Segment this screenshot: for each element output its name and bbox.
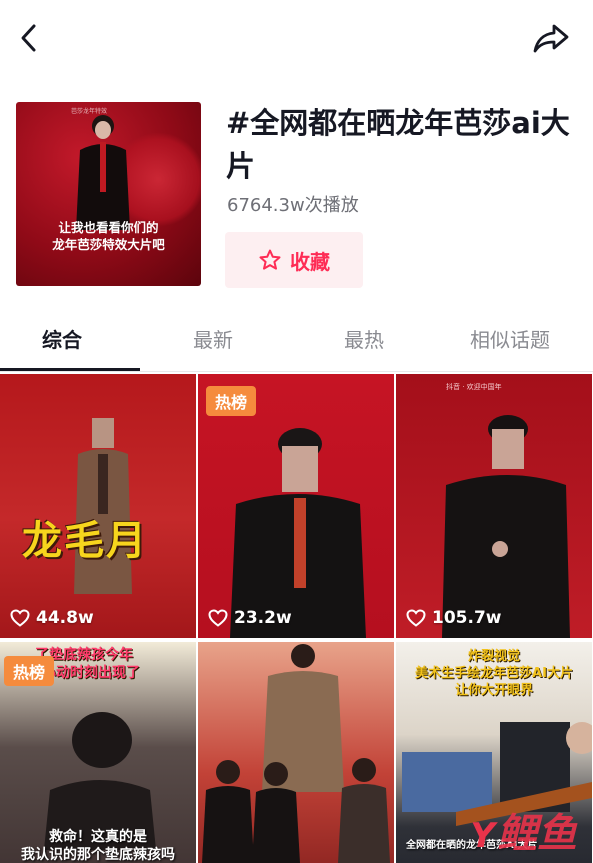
tab-hottest[interactable]: 最热	[344, 324, 384, 353]
share-button[interactable]	[531, 20, 571, 56]
cover-caption-line: 让我也看看你们的	[58, 220, 159, 235]
back-arrow-icon	[21, 24, 36, 52]
tab-comprehensive[interactable]: 综合	[42, 324, 82, 353]
hot-badge: 热榜	[206, 386, 256, 416]
video-card[interactable]: 热榜 23.2w	[198, 374, 394, 638]
topic-cover-image[interactable]: 芭莎龙年特效 让我也看看你们的 龙年芭莎特效大片吧	[16, 102, 201, 286]
tab-similar-topics[interactable]: 相似话题	[470, 324, 550, 353]
tab-latest[interactable]: 最新	[193, 324, 233, 353]
cover-caption-line: 龙年芭莎特效大片吧	[52, 237, 165, 252]
video-top-caption: 炸裂视觉 美术生手绘龙年芭莎AI大片 让你大开眼界	[396, 648, 592, 699]
cover-caption: 让我也看看你们的 龙年芭莎特效大片吧	[16, 219, 201, 253]
video-top-caption-line: 让你大开眼界	[454, 683, 533, 698]
video-source-mark: 抖音 · 欢迎中国年	[446, 383, 502, 391]
video-card[interactable]: 了垫底辣孩今年 的心动时刻出现了 热榜 救命！这真的是 我认识的那个垫底辣孩吗	[0, 642, 196, 863]
tab-bar: 综合 最新 最热 相似话题	[0, 318, 593, 372]
video-caption: 龙毛月	[22, 518, 148, 564]
video-card[interactable]: 龙毛月 44.8w	[0, 374, 196, 638]
back-button[interactable]	[14, 20, 44, 56]
top-bar	[0, 0, 593, 78]
video-thumbnail-person	[230, 428, 366, 638]
watermark-logo: Y 鲤鱼	[470, 801, 577, 859]
video-bottom-caption-line: 救命！这真的是	[49, 829, 147, 845]
cover-small-text: 芭莎龙年特效	[71, 108, 108, 115]
collect-label: 收藏	[290, 249, 330, 274]
watermark-text: Y	[470, 816, 495, 856]
topic-header: 芭莎龙年特效 让我也看看你们的 龙年芭莎特效大片吧 #全网都在晒龙年芭莎ai大片…	[16, 102, 576, 288]
collect-button[interactable]: 收藏	[225, 232, 363, 288]
topic-title: #全网都在晒龙年芭莎ai大片	[226, 106, 570, 183]
heart-icon	[406, 609, 426, 627]
like-count-row: 23.2w	[208, 608, 292, 628]
video-top-caption-line: 炸裂视觉	[467, 649, 520, 664]
heart-icon	[208, 609, 228, 627]
video-grid: 龙毛月 44.8w 热榜 23.2w 抖音 · 欢迎中国年 105.7w 了垫底…	[0, 374, 593, 863]
video-bottom-caption-line: 我认识的那个垫底辣孩吗	[21, 847, 175, 863]
heart-icon	[10, 609, 30, 627]
share-icon	[533, 24, 569, 53]
tab-divider	[0, 371, 593, 372]
video-top-caption-line: 美术生手绘龙年芭莎AI大片	[415, 666, 573, 681]
video-thumbnail-person	[442, 415, 570, 638]
watermark-text: 鲤鱼	[497, 811, 577, 857]
video-bottom-caption: 救命！这真的是 我认识的那个垫底辣孩吗	[0, 828, 196, 863]
video-thumbnail-person	[74, 418, 132, 594]
like-count: 23.2w	[234, 608, 292, 628]
like-count-row: 105.7w	[406, 608, 501, 628]
video-card[interactable]	[198, 642, 394, 863]
hot-badge: 热榜	[4, 656, 54, 686]
video-thumbnail-people	[202, 644, 390, 863]
star-icon	[259, 249, 281, 270]
play-count: 6764.3w次播放	[227, 195, 359, 216]
like-count: 105.7w	[432, 608, 502, 628]
video-card[interactable]: 抖音 · 欢迎中国年 105.7w	[396, 374, 592, 638]
like-count-row: 44.8w	[10, 608, 94, 628]
like-count: 44.8w	[36, 608, 94, 628]
